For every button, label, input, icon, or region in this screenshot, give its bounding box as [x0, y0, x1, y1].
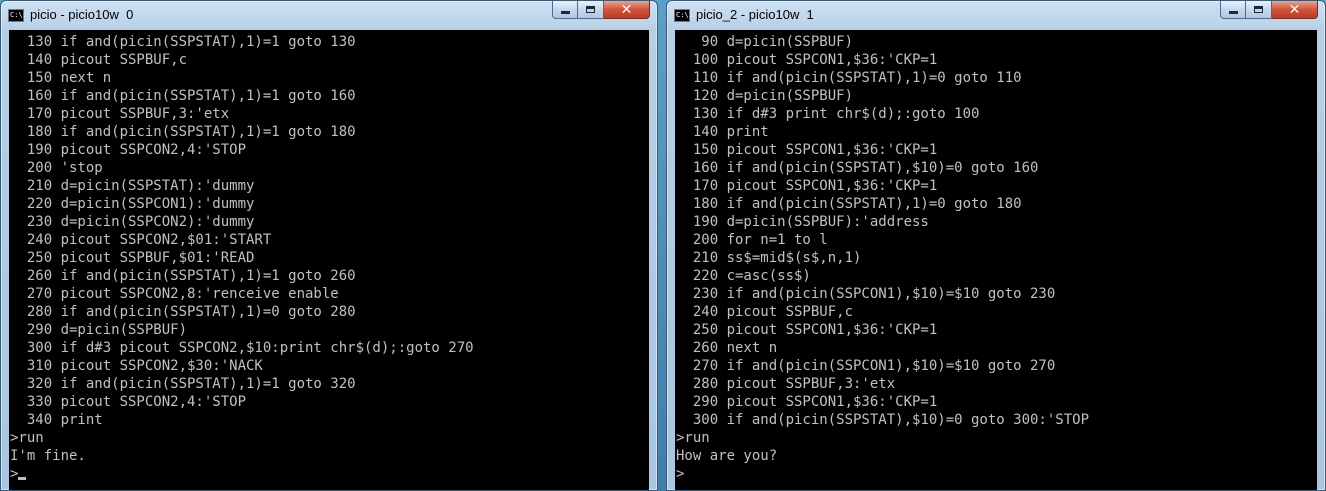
console-prompt: > [10, 466, 19, 482]
console-line: 200 for n=1 to l [676, 232, 828, 248]
console-output[interactable]: 90 d=picin(SSPBUF) 100 picout SSPCON1,$3… [675, 30, 1317, 490]
close-button[interactable]: ✕ [604, 1, 650, 19]
console-line: 120 d=picin(SSPBUF) [676, 88, 854, 104]
console-window-right[interactable]: C:\. picio_2 - picio10w 1 ✕ 90 d=picin(S… [666, 0, 1326, 491]
console-line: 270 picout SSPCON2,8:'renceive enable [10, 286, 339, 302]
console-line: 270 if and(picin(SSPCON1),$10)=$10 goto … [676, 358, 1056, 374]
console-line: 180 if and(picin(SSPSTAT),1)=1 goto 180 [10, 124, 356, 140]
console-line: 250 picout SSPCON1,$36:'CKP=1 [676, 322, 938, 338]
console-app-icon[interactable]: C:\. [674, 9, 693, 22]
minimize-icon [560, 11, 570, 14]
minimize-button[interactable] [1220, 1, 1246, 19]
console-app-icon[interactable]: C:\. [8, 9, 27, 22]
window-controls: ✕ [1220, 1, 1318, 20]
minimize-button[interactable] [552, 1, 578, 19]
console-line: 150 picout SSPCON1,$36:'CKP=1 [676, 142, 938, 158]
console-line: 100 picout SSPCON1,$36:'CKP=1 [676, 52, 938, 68]
minimize-icon [1228, 11, 1238, 14]
console-line: 280 if and(picin(SSPSTAT),1)=0 goto 280 [10, 304, 356, 320]
desktop: C:\. picio - picio10w 0 ✕ 130 if and(pic… [0, 0, 1326, 491]
console-prompt-line[interactable]: > [676, 465, 1317, 483]
close-button[interactable]: ✕ [1272, 1, 1318, 19]
console-line: 180 if and(picin(SSPSTAT),1)=0 goto 180 [676, 196, 1022, 212]
console-output[interactable]: 130 if and(picin(SSPSTAT),1)=1 goto 130 … [9, 30, 649, 490]
console-line: 240 picout SSPBUF,c [676, 304, 854, 320]
console-line: 140 picout SSPBUF,c [10, 52, 188, 68]
console-line: 240 picout SSPCON2,$01:'START [10, 232, 272, 248]
console-line: 190 d=picin(SSPBUF):'address [676, 214, 929, 230]
close-icon: ✕ [620, 1, 633, 18]
window-controls: ✕ [552, 1, 650, 20]
console-line: 260 if and(picin(SSPSTAT),1)=1 goto 260 [10, 268, 356, 284]
window-title: picio - picio10w 0 [30, 7, 134, 22]
console-line: 130 if d#3 print chr$(d);:goto 100 [676, 106, 980, 122]
console-line: 230 d=picin(SSPCON2):'dummy [10, 214, 255, 230]
console-line: 130 if and(picin(SSPSTAT),1)=1 goto 130 [10, 34, 356, 50]
console-line: 220 d=picin(SSPCON1):'dummy [10, 196, 255, 212]
maximize-button[interactable] [1246, 1, 1272, 19]
console-line: 190 picout SSPCON2,4:'STOP [10, 142, 247, 158]
console-line: How are you? [676, 448, 778, 464]
console-line: >run [676, 430, 710, 446]
console-line: 260 next n [676, 340, 778, 356]
console-line: 290 picout SSPCON1,$36:'CKP=1 [676, 394, 938, 410]
console-line: 230 if and(picin(SSPCON1),$10)=$10 goto … [676, 286, 1056, 302]
console-line: 300 if d#3 picout SSPCON2,$10:print chr$… [10, 340, 474, 356]
maximize-icon [1254, 6, 1263, 13]
console-line: 320 if and(picin(SSPSTAT),1)=1 goto 320 [10, 376, 356, 392]
console-line: 170 picout SSPCON1,$36:'CKP=1 [676, 178, 938, 194]
console-line: 200 'stop [10, 160, 103, 176]
console-line: 90 d=picin(SSPBUF) [676, 34, 854, 50]
close-icon: ✕ [1288, 1, 1301, 18]
console-line: 140 print [676, 124, 769, 140]
window-title: picio_2 - picio10w 1 [696, 7, 814, 22]
text-cursor [18, 477, 27, 480]
console-line: 310 picout SSPCON2,$30:'NACK [10, 358, 263, 374]
console-prompt-line[interactable]: > [10, 465, 649, 483]
console-line: 250 picout SSPBUF,$01:'READ [10, 250, 255, 266]
title-bar[interactable]: C:\. picio_2 - picio10w 1 ✕ [667, 1, 1325, 29]
maximize-button[interactable] [578, 1, 604, 19]
console-line: 340 print [10, 412, 103, 428]
console-line: >run [10, 430, 44, 446]
console-line: 210 ss$=mid$(s$,n,1) [676, 250, 862, 266]
console-line: 330 picout SSPCON2,4:'STOP [10, 394, 247, 410]
console-line: 220 c=asc(ss$) [676, 268, 811, 284]
console-prompt: > [676, 466, 685, 482]
console-line: 150 next n [10, 70, 112, 86]
title-bar[interactable]: C:\. picio - picio10w 0 ✕ [1, 1, 657, 29]
console-line: 160 if and(picin(SSPSTAT),1)=1 goto 160 [10, 88, 356, 104]
console-window-left[interactable]: C:\. picio - picio10w 0 ✕ 130 if and(pic… [0, 0, 658, 491]
console-line: 210 d=picin(SSPSTAT):'dummy [10, 178, 255, 194]
console-line: 280 picout SSPBUF,3:'etx [676, 376, 896, 392]
console-line: 170 picout SSPBUF,3:'etx [10, 106, 230, 122]
console-lines: 130 if and(picin(SSPSTAT),1)=1 goto 130 … [9, 30, 649, 483]
console-line: 290 d=picin(SSPBUF) [10, 322, 188, 338]
console-line: I'm fine. [10, 448, 86, 464]
console-line: 300 if and(picin(SSPSTAT),$10)=0 goto 30… [676, 412, 1090, 428]
console-line: 160 if and(picin(SSPSTAT),$10)=0 goto 16… [676, 160, 1039, 176]
console-line: 110 if and(picin(SSPSTAT),1)=0 goto 110 [676, 70, 1022, 86]
console-lines: 90 d=picin(SSPBUF) 100 picout SSPCON1,$3… [675, 30, 1317, 483]
maximize-icon [586, 6, 595, 13]
